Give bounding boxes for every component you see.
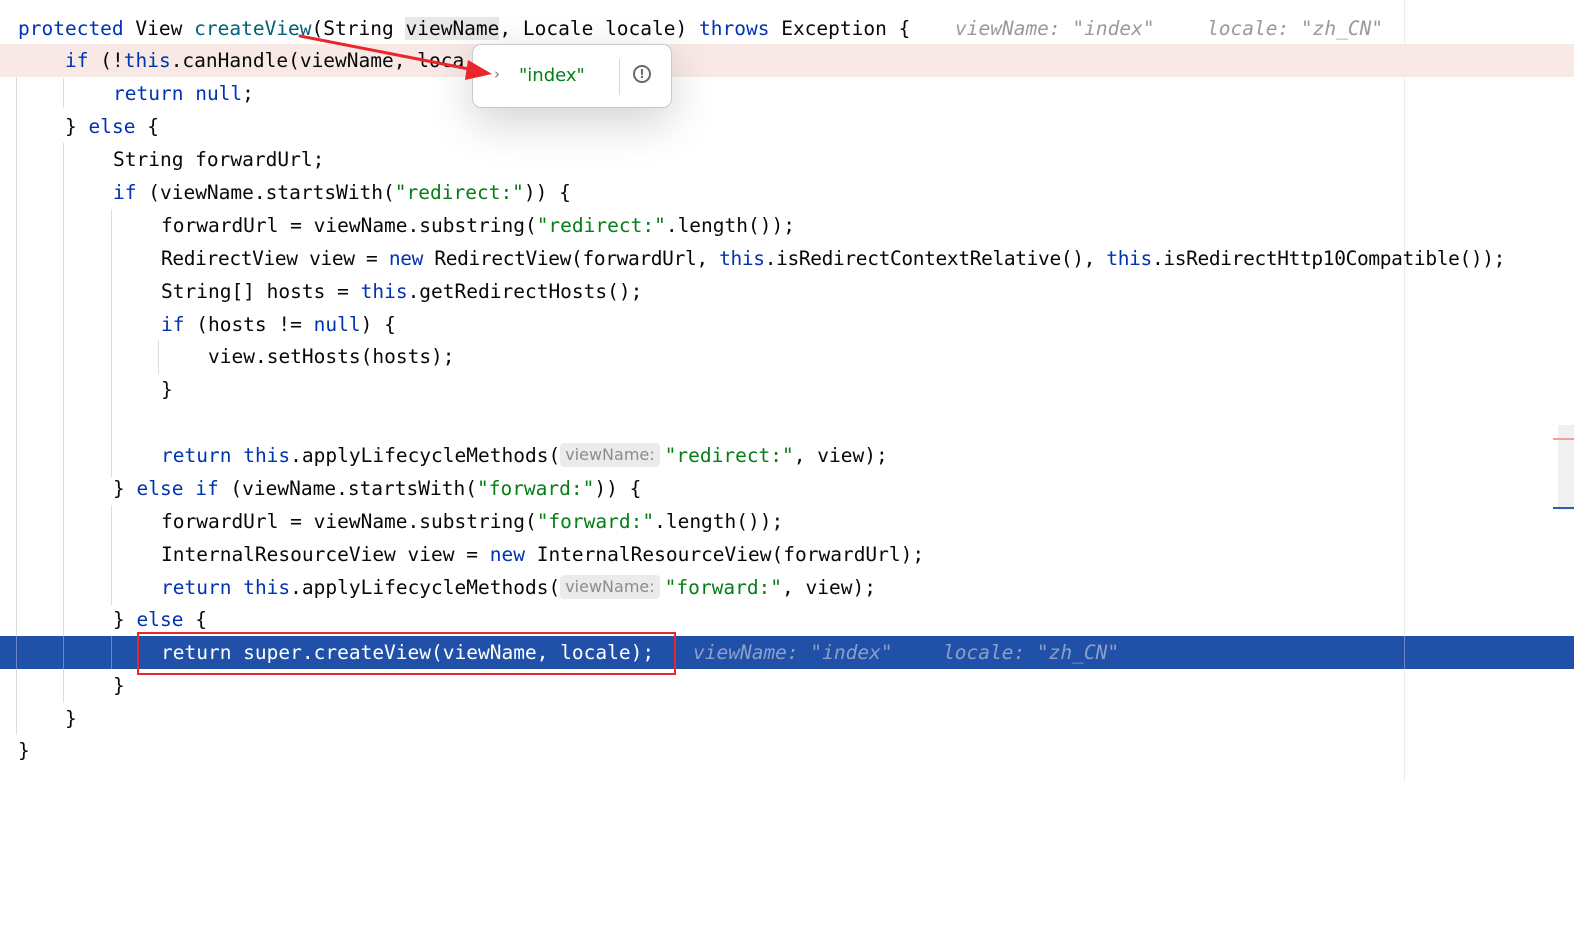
- code-editor[interactable]: protected View createView(String viewNam…: [0, 0, 1574, 781]
- annotation-arrow: [298, 34, 492, 80]
- scrollbar-execution-marker: [1553, 507, 1574, 509]
- scrollbar-breakpoint-marker: [1553, 438, 1574, 440]
